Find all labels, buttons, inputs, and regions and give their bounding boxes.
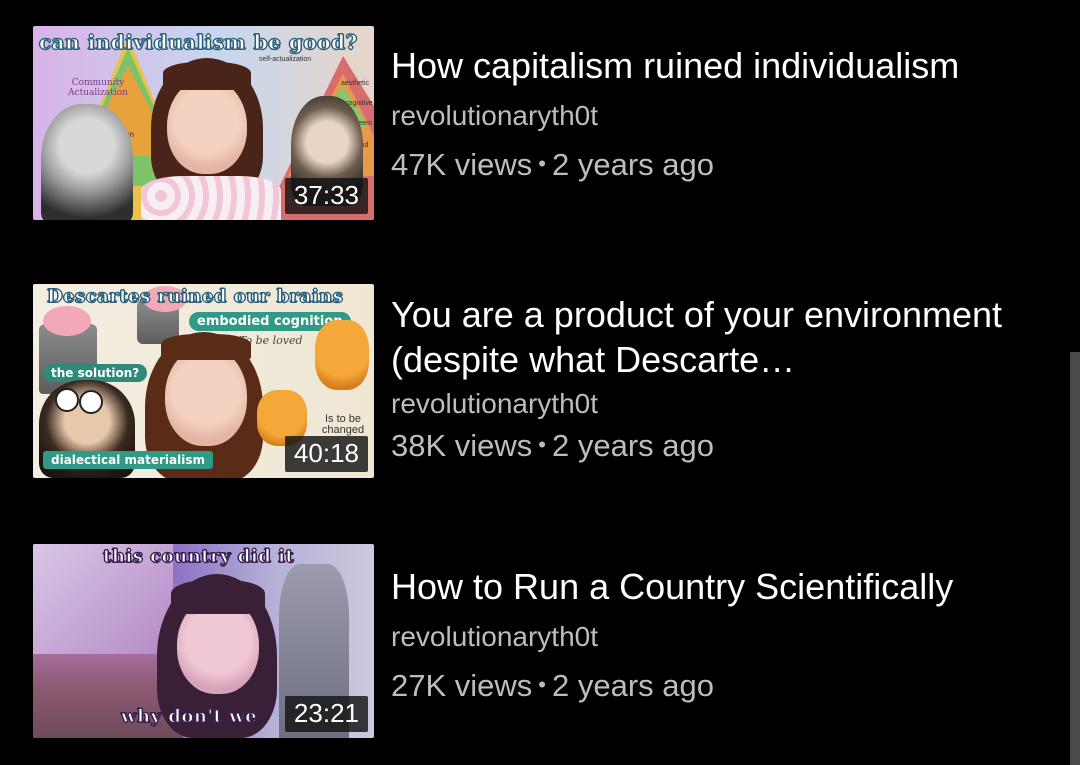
video-thumbnail[interactable]: Descartes ruined our brains embodied cog… <box>33 284 374 478</box>
video-item[interactable]: Descartes ruined our brains embodied cog… <box>33 284 1063 478</box>
upload-age: 2 years ago <box>552 147 714 182</box>
channel-name[interactable]: revolutionaryth0t <box>391 388 1051 420</box>
video-stats: 47K views • 2 years ago <box>391 147 1051 183</box>
presenter-face <box>165 346 247 446</box>
pyramid-label: Community Actualization <box>68 78 128 98</box>
garfield-top <box>315 320 369 390</box>
channel-name[interactable]: revolutionaryth0t <box>391 100 1051 132</box>
changed-note: Is to be changed <box>321 413 365 436</box>
label-dialectical-materialism: dialectical materialism <box>43 451 213 469</box>
video-meta: How to Run a Country Scientifically revo… <box>391 544 1051 704</box>
video-item[interactable]: can individualism be good? Community Act… <box>33 26 1063 220</box>
video-thumbnail[interactable]: can individualism be good? Community Act… <box>33 26 374 220</box>
video-title[interactable]: How capitalism ruined individualism <box>391 43 1051 88</box>
googly-eye-left <box>55 388 79 412</box>
separator-dot: • <box>538 151 546 176</box>
video-title[interactable]: You are a product of your environment (d… <box>391 292 1051 382</box>
view-count: 27K views <box>391 668 533 703</box>
video-stats: 38K views • 2 years ago <box>391 428 1051 464</box>
presenter-face <box>167 78 247 174</box>
pyramid-right-label-2: aesthetic <box>341 80 370 87</box>
presenter-shirt <box>141 176 281 220</box>
video-duration: 37:33 <box>284 178 368 214</box>
brain-left <box>43 306 91 336</box>
pyramid-right-label-1: self-actualization <box>259 56 312 63</box>
thumbnail-headline: Descartes ruined our brains <box>46 286 344 308</box>
video-duration: 23:21 <box>284 696 368 732</box>
video-meta: How capitalism ruined individualism revo… <box>391 26 1051 183</box>
video-item[interactable]: this country did it why don't we 23:21 H… <box>33 544 1063 738</box>
video-thumbnail[interactable]: this country did it why don't we 23:21 <box>33 544 374 738</box>
video-title[interactable]: How to Run a Country Scientifically <box>391 564 1051 609</box>
video-duration: 40:18 <box>284 436 368 472</box>
view-count: 47K views <box>391 147 533 182</box>
presenter-bangs <box>161 334 251 360</box>
scrollbar[interactable] <box>1070 352 1080 765</box>
separator-dot: • <box>538 672 546 697</box>
thumbnail-headline: can individualism be good? <box>39 30 358 55</box>
view-count: 38K views <box>391 428 533 463</box>
upload-age: 2 years ago <box>552 428 714 463</box>
googly-eye-right <box>79 390 103 414</box>
upload-age: 2 years ago <box>552 668 714 703</box>
marx-figure <box>41 104 133 220</box>
thumbnail-top-text: this country did it <box>102 546 295 568</box>
separator-dot: • <box>538 432 546 457</box>
video-meta: You are a product of your environment (d… <box>391 284 1051 464</box>
video-stats: 27K views • 2 years ago <box>391 668 1051 704</box>
thumbnail-bottom-text: why don't we <box>120 706 258 728</box>
presenter-bangs <box>163 62 251 90</box>
presenter-bangs <box>171 580 265 614</box>
channel-name[interactable]: revolutionaryth0t <box>391 621 1051 653</box>
